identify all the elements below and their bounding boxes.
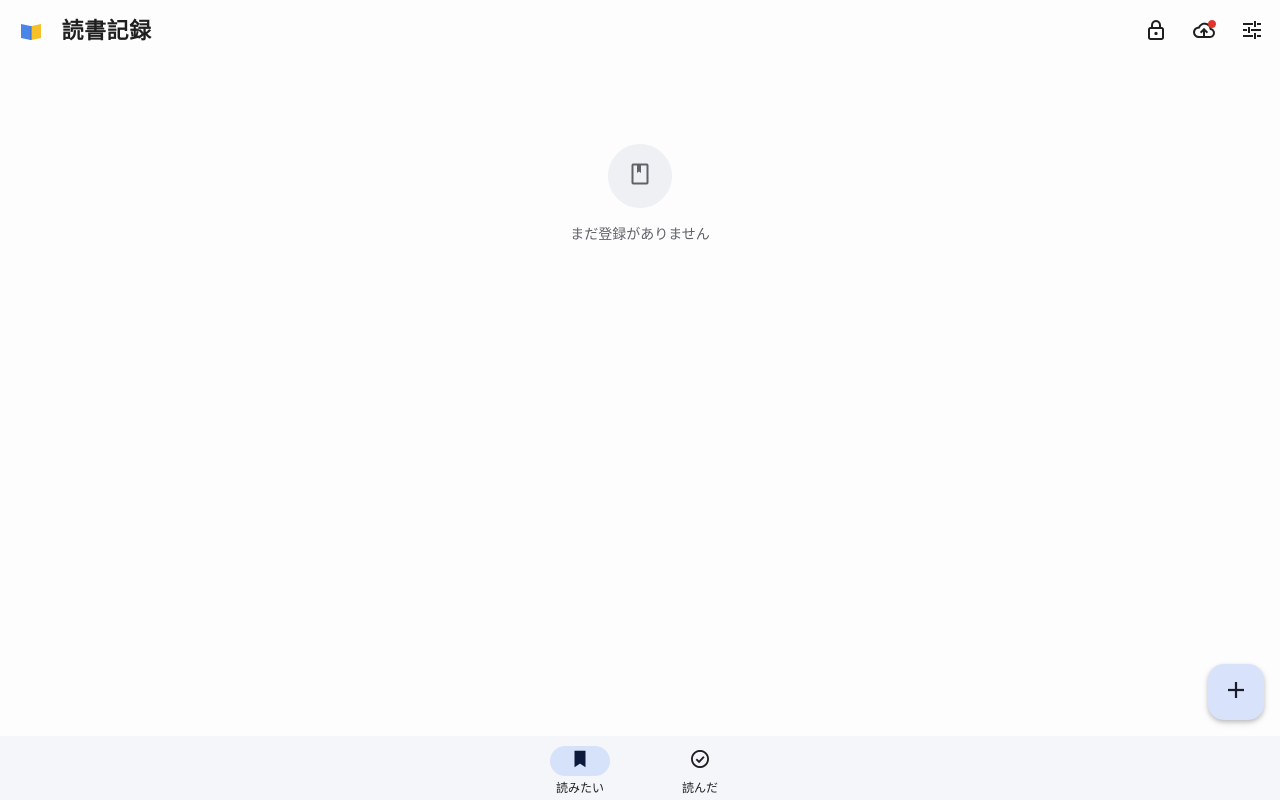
empty-state-message: まだ登録がありません — [570, 227, 710, 243]
settings-button[interactable] — [1232, 12, 1272, 52]
nav-icon-container — [670, 746, 730, 776]
bookmark-icon — [569, 748, 591, 774]
bottom-navigation: 読みたい 読んだ — [0, 736, 1280, 800]
app-root: 読書記録 まだ登録がありません 読みたい 読んだ — [0, 0, 1280, 800]
tune-icon — [1240, 18, 1264, 46]
book-logo-icon — [20, 22, 42, 42]
empty-state-icon-circle — [608, 144, 672, 208]
plus-icon — [1224, 678, 1248, 706]
nav-item-want-to-read[interactable]: 読みたい — [540, 746, 620, 800]
cloud-sync-button[interactable] — [1184, 12, 1224, 52]
nav-label-read: 読んだ — [681, 781, 718, 795]
top-app-bar: 読書記録 — [0, 0, 1280, 64]
empty-state: まだ登録がありません — [0, 144, 1280, 244]
nav-label-want-to-read: 読みたい — [555, 781, 604, 795]
add-book-fab[interactable] — [1208, 664, 1264, 720]
nav-active-indicator — [550, 746, 610, 776]
lock-button[interactable] — [1136, 12, 1176, 52]
app-title: 読書記録 — [62, 19, 153, 44]
check-circle-icon — [689, 748, 711, 774]
notification-badge — [1208, 20, 1216, 28]
book-icon — [628, 162, 652, 190]
lock-icon — [1144, 18, 1168, 46]
nav-item-read[interactable]: 読んだ — [660, 746, 740, 800]
